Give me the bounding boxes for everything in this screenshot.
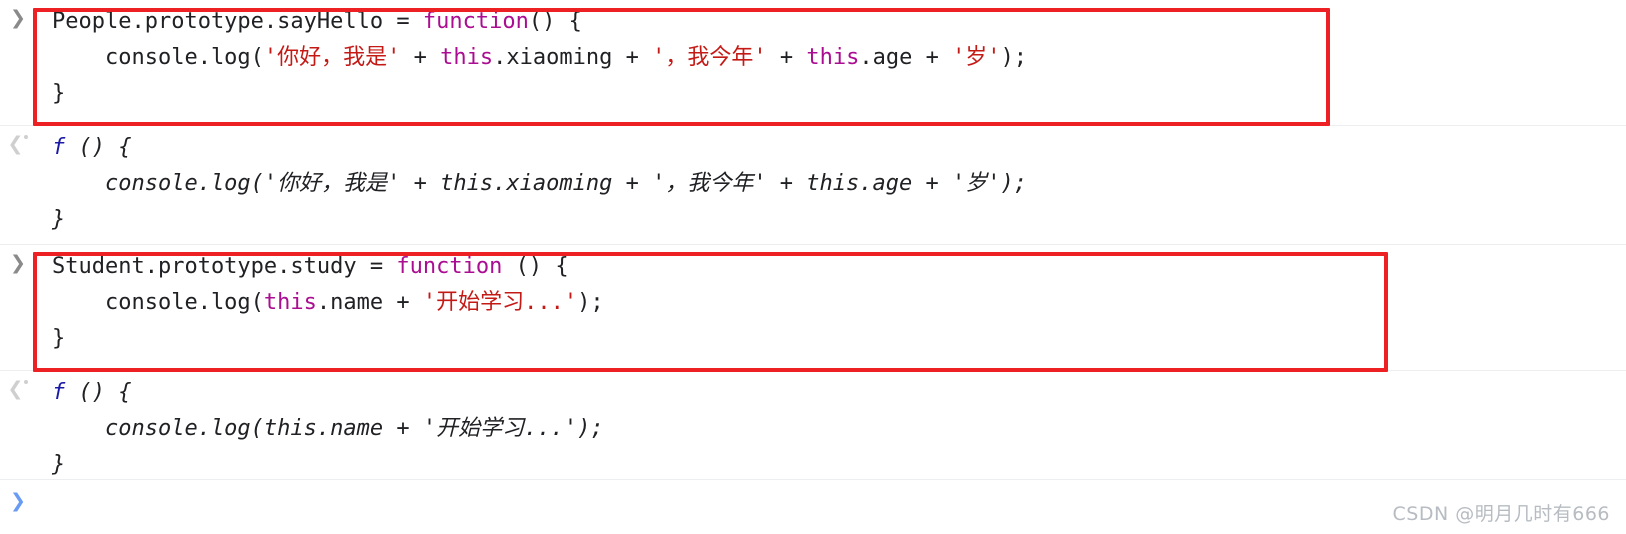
chevron-right-icon: ❯ (10, 7, 26, 29)
code-token: } (52, 207, 66, 232)
chevron-right-icon: ❯ (10, 490, 26, 512)
watermark-label: CSDN @明月几时有666 (1392, 503, 1610, 525)
output-dot-icon (24, 380, 29, 384)
code-token-string: '你好，我是' (263, 45, 401, 70)
code-token-keyword: this (440, 45, 494, 70)
code-token: () { (65, 380, 132, 405)
console-active-prompt-row[interactable]: ❯ (0, 480, 1626, 534)
console-prompt-gutter: ❯ (0, 0, 36, 125)
code-token: + (766, 45, 807, 70)
code-token: () { (528, 9, 582, 34)
code-token: console.log('你好，我是' + this.xiaoming + '，… (52, 171, 1027, 196)
code-token: Student.prototype.study = (52, 254, 397, 279)
console-input-row[interactable]: ❯ Student.prototype.study = function () … (0, 245, 1626, 371)
code-token-string: '岁' (952, 45, 1001, 70)
chevron-right-icon: ❯ (10, 252, 26, 274)
code-token: console.log(this.name + '开始学习...'); (52, 416, 604, 441)
code-token: } (52, 452, 66, 477)
code-token: ); (1000, 45, 1028, 70)
code-token: } (52, 81, 66, 106)
console-output-gutter: ❮ (0, 126, 36, 244)
code-token-string: '开始学习...' (422, 290, 578, 315)
code-token-string: '，我今年' (652, 45, 767, 70)
console-output-row[interactable]: ❮ f () { console.log('你好，我是' + this.xiao… (0, 126, 1626, 245)
function-glyph: f (52, 135, 66, 160)
code-token: ); (577, 290, 604, 315)
console-output-code: f () { console.log(this.name + '开始学习...'… (0, 371, 1626, 487)
console-output-gutter: ❮ (0, 371, 36, 479)
output-dot-icon (24, 135, 29, 139)
code-token: () { (65, 135, 132, 160)
console-command-input[interactable] (0, 480, 1626, 524)
code-token: .age + (859, 45, 953, 70)
code-token-keyword: function (396, 254, 503, 279)
code-token: console.log( (52, 290, 264, 315)
code-token-keyword: function (422, 9, 529, 34)
code-token-keyword: this (263, 290, 317, 315)
console-panel: ❯ People.prototype.sayHello = function()… (0, 0, 1626, 534)
console-prompt-gutter: ❯ (0, 245, 36, 370)
console-input-row[interactable]: ❯ People.prototype.sayHello = function()… (0, 0, 1626, 126)
console-input-code[interactable]: Student.prototype.study = function () { … (0, 245, 1626, 361)
code-token: .xiaoming + (493, 45, 653, 70)
code-token: console.log( (52, 45, 264, 70)
code-token: } (52, 326, 66, 351)
console-output-code: f () { console.log('你好，我是' + this.xiaomi… (0, 126, 1626, 242)
code-token: .name + (316, 290, 423, 315)
console-prompt-gutter: ❯ (0, 480, 36, 534)
code-token: People.prototype.sayHello = (52, 9, 423, 34)
code-token-keyword: this (806, 45, 860, 70)
chevron-left-icon: ❮ (7, 133, 24, 155)
console-input-code[interactable]: People.prototype.sayHello = function() {… (0, 0, 1626, 116)
code-token: + (400, 45, 441, 70)
code-token: () { (502, 254, 569, 279)
console-output-row[interactable]: ❮ f () { console.log(this.name + '开始学习..… (0, 371, 1626, 480)
function-glyph: f (52, 380, 66, 405)
chevron-left-icon: ❮ (7, 378, 24, 400)
